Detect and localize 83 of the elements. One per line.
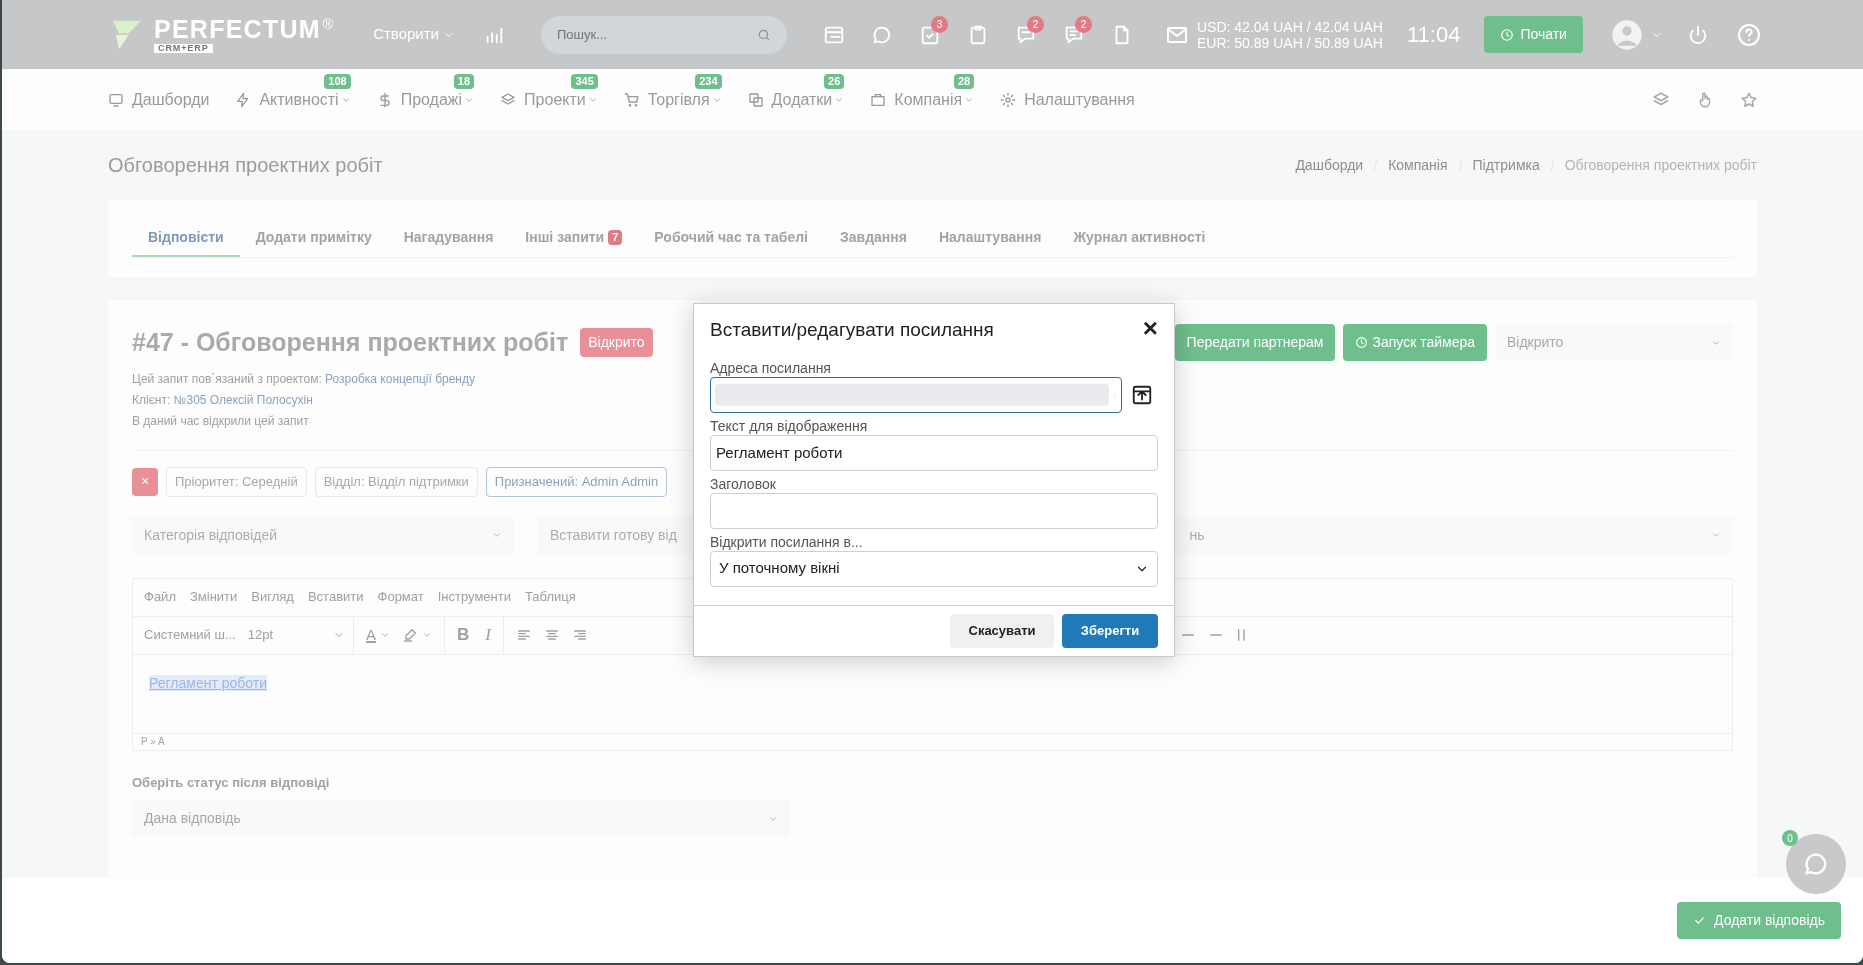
font-size-select[interactable]: 12pt <box>247 616 355 654</box>
editor-menu-item[interactable]: Файл <box>144 587 176 607</box>
editor-menu-item[interactable]: Вставити <box>307 587 364 607</box>
share-button[interactable]: Передати партнерам <box>1174 324 1336 361</box>
font-select[interactable]: Системний ш... <box>144 625 248 645</box>
count-badge: 18 <box>453 73 475 89</box>
nav-item[interactable]: Налаштування <box>1000 87 1135 112</box>
count-badge: 345 <box>571 73 598 89</box>
count-badge: 26 <box>824 73 845 89</box>
notification-badge: 2 <box>1026 15 1044 33</box>
nav-item[interactable]: Додатки <box>747 87 845 112</box>
editor-menu-item[interactable]: Таблиця <box>524 587 576 607</box>
nav-item[interactable]: Торгівля <box>623 87 722 112</box>
tab[interactable]: Додати примітку <box>239 220 388 257</box>
start-button[interactable]: Почати <box>1484 16 1583 53</box>
breadcrumb-link[interactable]: Дашборди <box>1295 154 1364 176</box>
editor-link[interactable]: Регламент роботи <box>149 674 267 691</box>
italic-button[interactable]: I <box>485 622 491 648</box>
editor-menu-item[interactable]: Інструменти <box>437 587 511 607</box>
nav-item[interactable]: Компанія <box>870 87 975 112</box>
tab[interactable]: Робочий час та табелі <box>638 220 824 257</box>
dropdown-field[interactable]: Категорія відповідей <box>132 516 514 554</box>
timer-button[interactable]: Запуск таймера <box>1343 324 1487 361</box>
logo-subtitle: CRM+ERP <box>154 43 213 53</box>
registered-mark: ® <box>322 16 334 31</box>
editor-menu-item[interactable]: Змінити <box>189 587 238 607</box>
breadcrumb-link[interactable]: Компанія <box>1388 154 1448 176</box>
status-select[interactable]: Відкрито <box>1495 324 1733 361</box>
logo-text: PERFECTUM <box>154 16 321 42</box>
ticket-title: #47 - Обговорення проектних робіт <box>132 327 569 358</box>
bold-button[interactable]: B <box>457 622 470 648</box>
tab[interactable]: Інші запити 7 <box>509 220 639 257</box>
currency-rate: EUR: 50.89 UAH / 50.89 UAH <box>1196 34 1383 51</box>
element-path: P » A <box>141 735 165 749</box>
editor-menu-item[interactable]: Вигляд <box>251 587 294 607</box>
field-label: Заголовок <box>710 474 777 493</box>
filter-chip[interactable]: Пріоритет: Середній <box>166 466 307 497</box>
count-badge: 108 <box>324 73 351 89</box>
info-line: Клієнт: №305 Олексій Полосухін <box>132 391 314 409</box>
target-select[interactable]: У поточному вікні <box>710 550 1158 587</box>
close-button[interactable]: × <box>1142 315 1158 342</box>
text-input[interactable]: Регламент роботи <box>710 434 1158 471</box>
notification-badge: 3 <box>930 15 948 33</box>
filter-chip[interactable]: Відділ: Відділ підтримки <box>314 466 478 497</box>
page-title: Обговорення проектних робіт <box>108 153 383 178</box>
editor-menu-item[interactable]: Формат <box>377 587 424 607</box>
dialog-title: Вставити/редагувати посилання <box>710 318 994 342</box>
chat-badge: 0 <box>1782 830 1798 846</box>
status-dropdown[interactable]: Дана відповідь <box>132 800 790 837</box>
info-line: В даний час відкрили цей запит <box>132 412 310 430</box>
filter-chip[interactable]: Призначений: Admin Admin <box>485 466 668 497</box>
tab[interactable]: Журнал активності <box>1057 220 1222 257</box>
status-badge: Відкрито <box>580 328 653 358</box>
tab[interactable]: Налаштування <box>922 220 1058 257</box>
cancel-button[interactable]: Скасувати <box>950 613 1054 648</box>
breadcrumb-link[interactable]: Обговорення проектних робіт <box>1564 154 1757 176</box>
remove-button[interactable]: × <box>132 467 158 496</box>
clock-time: 11:04 <box>1406 21 1461 49</box>
field-label: Адреса посилання <box>710 358 832 377</box>
create-menu[interactable]: Створити <box>373 23 455 46</box>
info-link[interactable]: Розробка концепції бренду <box>325 371 475 386</box>
save-button[interactable]: Зберегти <box>1062 613 1158 648</box>
field-label: Відкрити посилання в... <box>710 532 864 551</box>
currency-rate: USD: 42.04 UAH / 42.04 UAH <box>1196 18 1383 35</box>
nav-item[interactable]: Проекти <box>500 87 598 112</box>
count-badge: 7 <box>608 230 623 245</box>
info-link[interactable]: №305 Олексій Полосухін <box>173 392 313 407</box>
count-badge: 28 <box>953 73 975 89</box>
nav-item[interactable]: Активності <box>235 87 351 112</box>
count-badge: 234 <box>695 73 722 89</box>
nav-item[interactable]: Дашборди <box>108 87 210 112</box>
info-line: Цей запит пов`язаний з проектом: Розробка концепції бренду <box>132 370 476 388</box>
nav-item[interactable]: Продажі <box>376 87 475 112</box>
field-label: Оберіть статус після відповіді <box>132 773 331 792</box>
tab[interactable]: Нагадування <box>387 220 510 257</box>
field-label: Текст для відображення <box>710 416 869 435</box>
tab[interactable]: Завдання <box>823 220 923 257</box>
notification-badge: 2 <box>1074 15 1092 33</box>
breadcrumb-link[interactable]: Підтримка <box>1472 154 1540 176</box>
add-reply-button[interactable]: Додати відповідь <box>1677 902 1841 939</box>
tab[interactable]: Відповісти <box>132 220 240 257</box>
search-field[interactable]: Пошук... <box>540 15 787 54</box>
text-color-button[interactable]: A <box>354 616 446 654</box>
